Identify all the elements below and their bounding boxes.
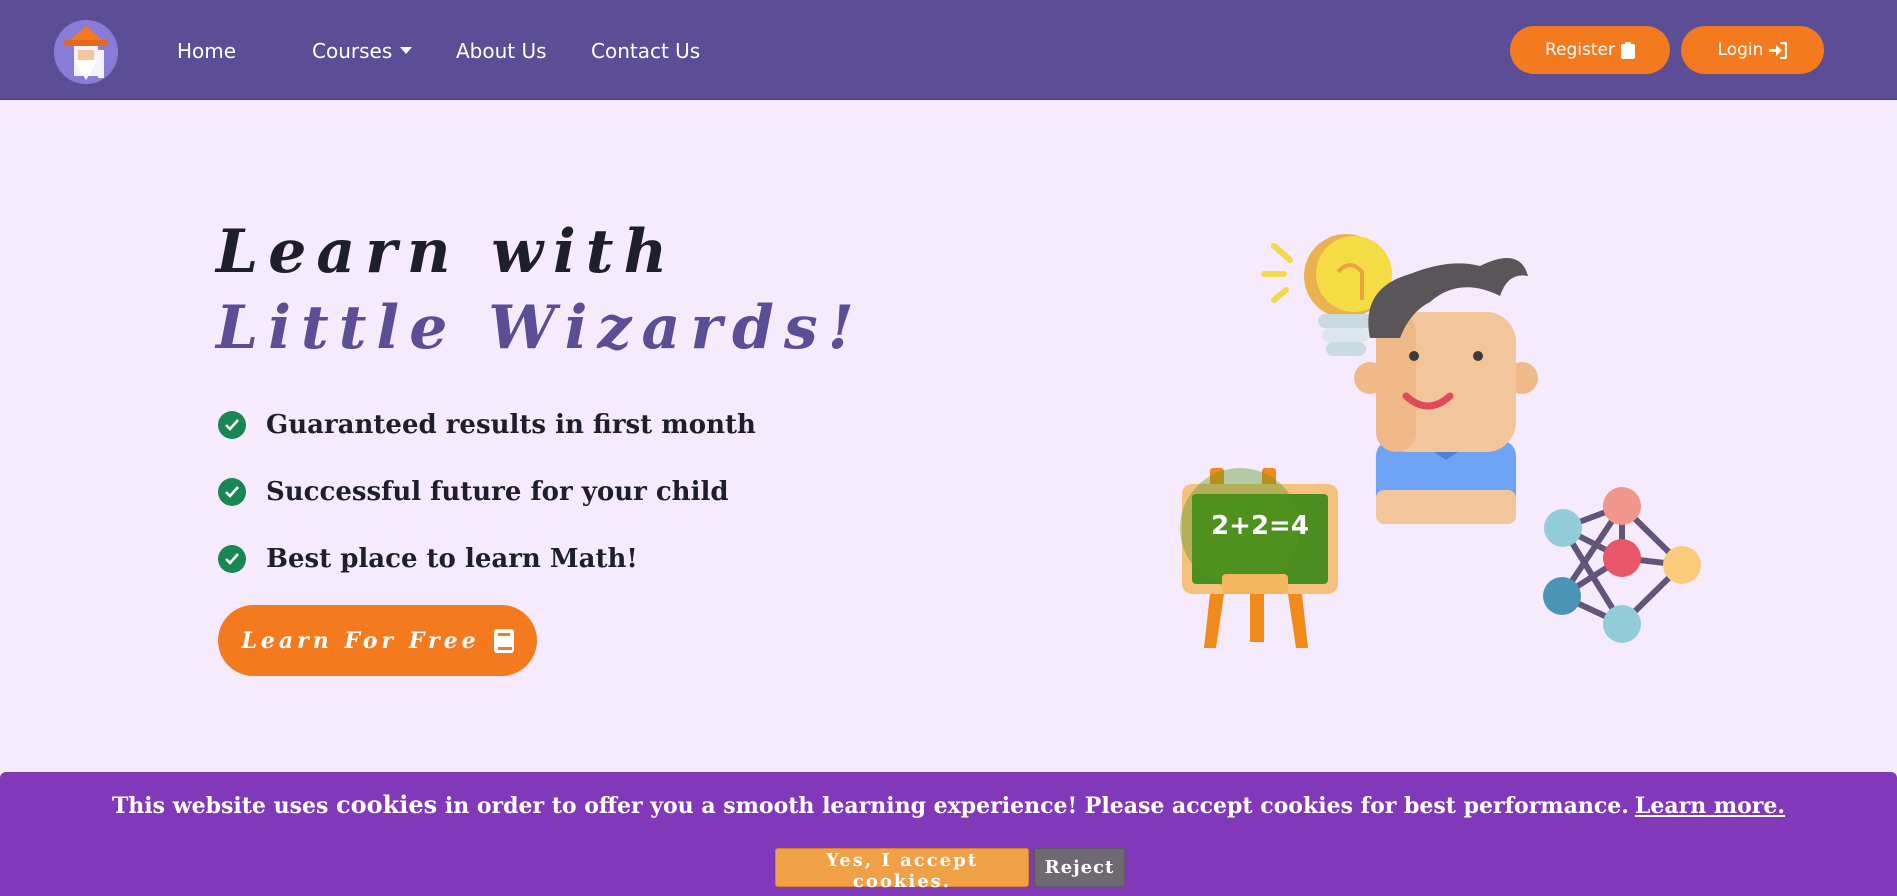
boy-character-icon bbox=[1354, 258, 1538, 524]
check-circle-icon bbox=[218, 478, 246, 506]
feature-item: Guaranteed results in first month bbox=[218, 405, 756, 445]
reject-cookies-button[interactable]: Reject bbox=[1034, 848, 1125, 887]
nav-about[interactable]: About Us bbox=[456, 38, 547, 64]
feature-list: Guaranteed results in first month Succes… bbox=[218, 405, 756, 606]
feature-item: Best place to learn Math! bbox=[218, 539, 756, 579]
wizard-logo-icon[interactable] bbox=[54, 20, 118, 84]
cookie-text-after: in order to offer you a smooth learning … bbox=[437, 793, 1629, 819]
hero-title-line2: Little Wizards! bbox=[216, 293, 865, 363]
hero-title-line1: Learn with bbox=[216, 217, 678, 287]
feature-item: Successful future for your child bbox=[218, 472, 756, 512]
cookie-buttons: Yes, I accept cookies. Reject bbox=[775, 848, 1125, 892]
molecule-icon bbox=[1543, 487, 1701, 643]
nav-home[interactable]: Home bbox=[177, 38, 236, 64]
cta-label: Learn For Free bbox=[241, 627, 480, 654]
sign-in-icon bbox=[1769, 41, 1788, 59]
feature-text: Best place to learn Math! bbox=[266, 544, 638, 574]
chalkboard-icon: 2+2=4 bbox=[1180, 468, 1338, 648]
check-circle-icon bbox=[218, 545, 246, 573]
nav-courses-label: Courses bbox=[312, 39, 393, 63]
login-label: Login bbox=[1717, 40, 1764, 60]
learn-for-free-button[interactable]: Learn For Free bbox=[218, 605, 537, 676]
cookie-message: This website uses cookies in order to of… bbox=[0, 790, 1897, 821]
navbar: Home Courses About Us Contact Us Registe… bbox=[0, 0, 1897, 100]
clipboard-icon bbox=[1621, 41, 1635, 59]
nav-contact[interactable]: Contact Us bbox=[591, 38, 700, 64]
register-button[interactable]: Register bbox=[1510, 26, 1670, 74]
caret-down-icon bbox=[400, 47, 413, 54]
login-button[interactable]: Login bbox=[1681, 26, 1824, 74]
chalkboard-text: 2+2=4 bbox=[1211, 511, 1309, 541]
book-icon bbox=[493, 628, 514, 653]
cookie-text-strong: cookies bbox=[336, 790, 438, 819]
nav-courses-dropdown[interactable]: Courses bbox=[312, 38, 413, 64]
check-circle-icon bbox=[218, 411, 246, 439]
cookie-text-before: This website uses bbox=[111, 793, 337, 819]
accept-cookies-button[interactable]: Yes, I accept cookies. bbox=[775, 848, 1029, 892]
feature-text: Guaranteed results in first month bbox=[266, 410, 756, 440]
register-label: Register bbox=[1545, 40, 1615, 60]
feature-text: Successful future for your child bbox=[266, 477, 729, 507]
cookie-learn-more-link[interactable]: Learn more. bbox=[1635, 793, 1785, 819]
hero-illustration: 2+2=4 bbox=[1170, 228, 1710, 658]
